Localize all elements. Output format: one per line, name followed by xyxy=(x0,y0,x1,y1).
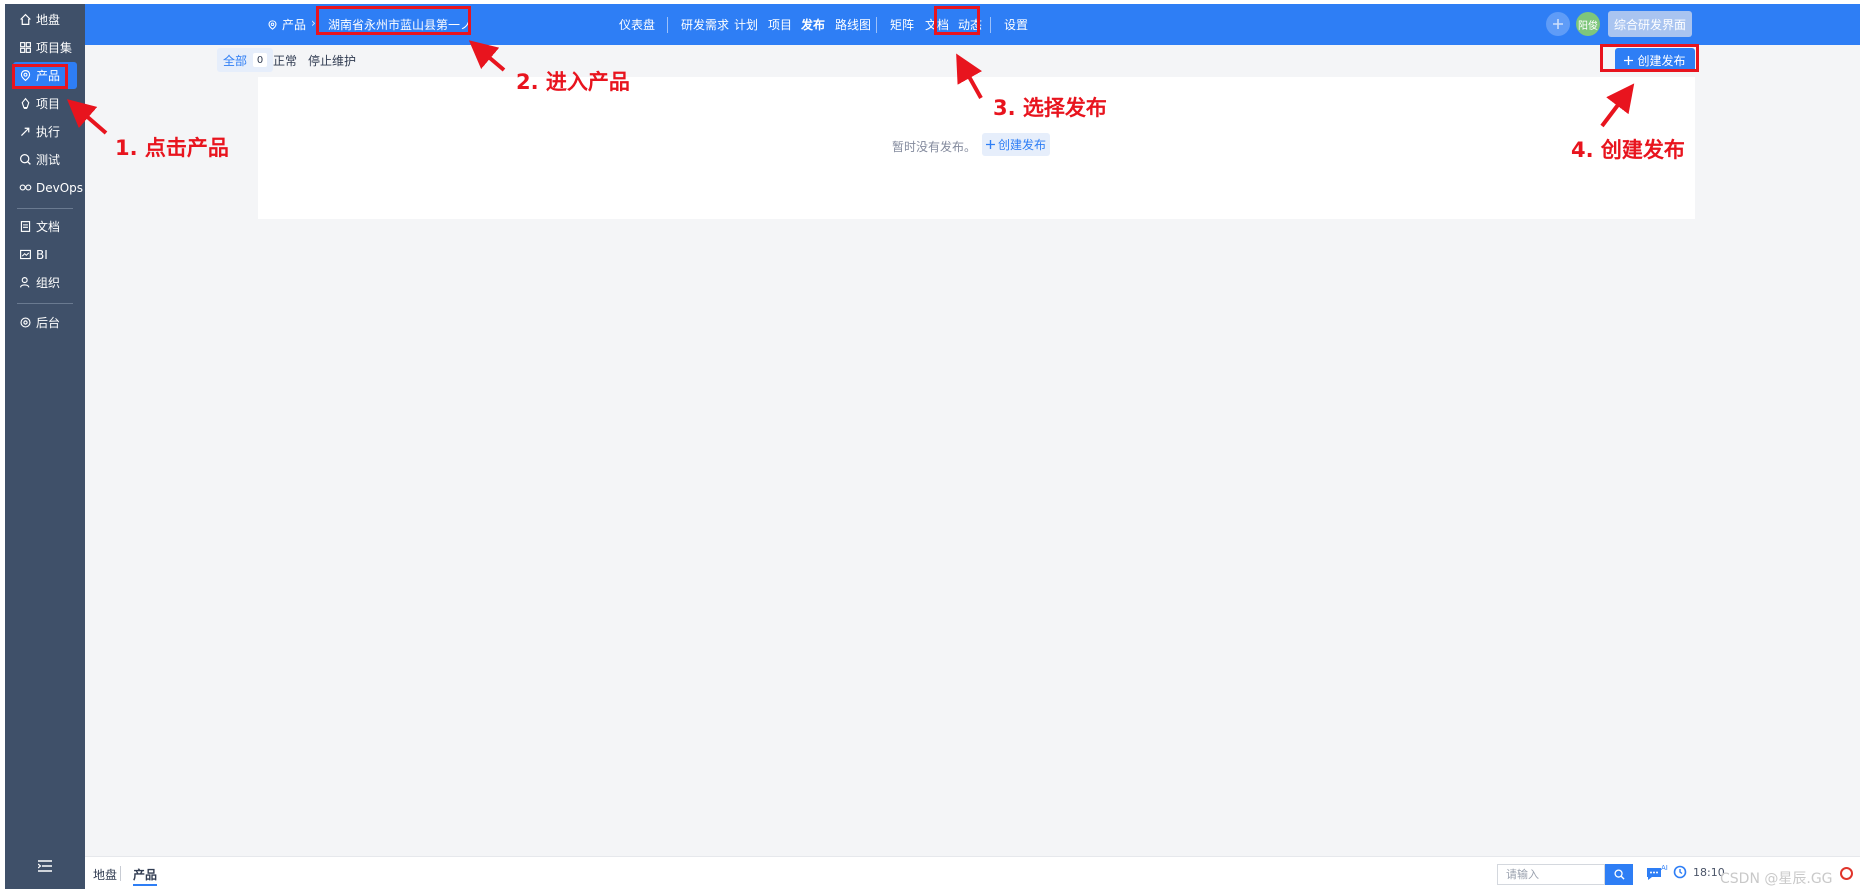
clock-group: 18:10 xyxy=(1673,865,1725,879)
nav-doc[interactable]: 文档 xyxy=(925,16,949,33)
sidebar-item-label: BI xyxy=(36,247,48,262)
search-input[interactable] xyxy=(1497,864,1605,885)
breadcrumb-label: 产品 xyxy=(282,18,307,32)
ai-chat-icon[interactable]: AI xyxy=(1645,864,1669,884)
sidebar-item-dashboard[interactable]: 地盘 xyxy=(13,6,77,33)
tab-all[interactable]: 全部 0 xyxy=(217,48,274,72)
annotation-step-2: 2. 进入产品 xyxy=(516,70,630,94)
sidebar-item-label: DevOps xyxy=(36,180,84,195)
tab-label: 停止维护 xyxy=(308,53,357,68)
empty-create-release-button[interactable]: 创建发布 xyxy=(982,133,1050,156)
search-icon xyxy=(1613,869,1625,880)
sidebar-item-label: 地盘 xyxy=(36,13,61,27)
annotation-step-3: 3. 选择发布 xyxy=(993,96,1107,120)
gear-icon xyxy=(20,317,31,328)
nav-stories[interactable]: 研发需求 xyxy=(681,16,729,33)
nav-dashboard[interactable]: 仪表盘 xyxy=(619,16,655,33)
grid-icon xyxy=(20,42,31,53)
sidebar-item-label: 组织 xyxy=(36,276,61,290)
nav-separator xyxy=(667,17,668,33)
doc-icon xyxy=(20,221,31,232)
avatar[interactable]: 阳俊 xyxy=(1576,12,1600,36)
sidebar-item-org[interactable]: 组织 xyxy=(13,269,77,296)
watermark: CSDN @星辰.GG xyxy=(1720,871,1833,887)
nav-plan[interactable]: 计划 xyxy=(734,16,758,33)
create-release-button[interactable]: 创建发布 xyxy=(1615,48,1695,72)
sidebar-item-label: 执行 xyxy=(36,125,61,139)
annotation-step-4: 4. 创建发布 xyxy=(1571,138,1685,162)
footer-crumb-product[interactable]: 产品 xyxy=(133,866,158,886)
devops-icon xyxy=(19,184,32,191)
sidebar-item-label: 项目集 xyxy=(36,41,73,55)
sidebar-item-project[interactable]: 项目 xyxy=(13,90,77,117)
sidebar-item-label: 文档 xyxy=(36,220,61,234)
quick-create-button[interactable] xyxy=(1546,12,1570,36)
sidebar-item-label: 项目 xyxy=(36,97,61,111)
search-button[interactable] xyxy=(1605,864,1633,885)
plus-icon xyxy=(1553,19,1563,29)
nav-project[interactable]: 项目 xyxy=(768,16,792,33)
test-icon xyxy=(20,154,31,165)
bi-icon xyxy=(20,249,31,260)
product-name: 湖南省永州市蓝山县第一ノ xyxy=(328,18,468,32)
sidebar-item-devops[interactable]: DevOps xyxy=(13,174,83,201)
breadcrumb-product[interactable]: 产品 xyxy=(267,16,306,33)
product-switcher[interactable]: 湖南省永州市蓝山县第一ノ xyxy=(328,16,468,33)
footer-separator xyxy=(120,866,121,881)
refresh-icon xyxy=(1673,865,1687,879)
sidebar-item-label: 测试 xyxy=(36,153,61,167)
sidebar-item-label: 后台 xyxy=(36,316,61,330)
home-icon xyxy=(20,13,31,25)
sidebar-item-execution[interactable]: 执行 xyxy=(13,118,77,145)
sidebar: 地盘 项目集 产品 项目 执行 测试 DevOps 文档 BI 组织 后台 xyxy=(5,4,85,889)
annotation-step-1: 1. 点击产品 xyxy=(115,136,229,160)
tab-label: 全部 xyxy=(223,53,248,68)
release-list-panel: 暂时没有发布。 创建发布 xyxy=(258,77,1695,219)
empty-create-label: 创建发布 xyxy=(997,138,1046,152)
plus-icon xyxy=(1624,55,1634,65)
plus-icon xyxy=(985,140,995,149)
footer-crumb-dashboard[interactable]: 地盘 xyxy=(93,866,117,883)
nav-dynamic[interactable]: 动态 xyxy=(958,16,982,33)
sidebar-divider xyxy=(17,208,73,209)
sidebar-item-admin[interactable]: 后台 xyxy=(13,309,77,336)
sidebar-item-product[interactable]: 产品 xyxy=(13,62,77,89)
footer-bar: 地盘 产品 AI 18:10 xyxy=(85,856,1860,889)
project-icon xyxy=(21,97,30,109)
org-icon xyxy=(20,277,30,288)
sidebar-item-doc[interactable]: 文档 xyxy=(13,213,77,240)
nav-separator xyxy=(876,17,877,33)
menu-collapse-icon xyxy=(38,860,52,872)
empty-state-text: 暂时没有发布。 xyxy=(892,140,977,154)
nav-matrix[interactable]: 矩阵 xyxy=(890,16,914,33)
breadcrumb-separator-icon: › xyxy=(311,16,316,30)
product-icon xyxy=(20,70,31,82)
ai-label: AI xyxy=(1661,864,1668,872)
nav-settings[interactable]: 设置 xyxy=(1004,16,1028,33)
top-header: 产品 › 湖南省永州市蓝山县第一ノ 仪表盘 研发需求 计划 项目 发布 路线图 … xyxy=(85,4,1860,45)
sidebar-item-program[interactable]: 项目集 xyxy=(13,34,77,61)
tab-count-badge: 0 xyxy=(253,53,268,67)
create-release-label: 创建发布 xyxy=(1637,53,1686,68)
switch-view-button[interactable]: 综合研发界面 xyxy=(1608,11,1692,37)
nav-release[interactable]: 发布 xyxy=(801,16,825,33)
nav-separator xyxy=(990,17,991,33)
tab-terminated[interactable]: 停止维护 xyxy=(302,48,362,72)
tab-normal[interactable]: 正常 xyxy=(267,48,303,72)
sidebar-item-bi[interactable]: BI xyxy=(13,241,77,268)
sidebar-collapse-button[interactable] xyxy=(31,857,59,875)
power-icon[interactable] xyxy=(1840,867,1853,880)
sidebar-divider xyxy=(17,303,73,304)
product-icon xyxy=(268,19,277,30)
sidebar-item-test[interactable]: 测试 xyxy=(13,146,77,173)
tab-label: 正常 xyxy=(273,53,298,68)
nav-roadmap[interactable]: 路线图 xyxy=(835,16,871,33)
sidebar-item-label: 产品 xyxy=(36,69,61,83)
run-icon xyxy=(21,127,30,136)
